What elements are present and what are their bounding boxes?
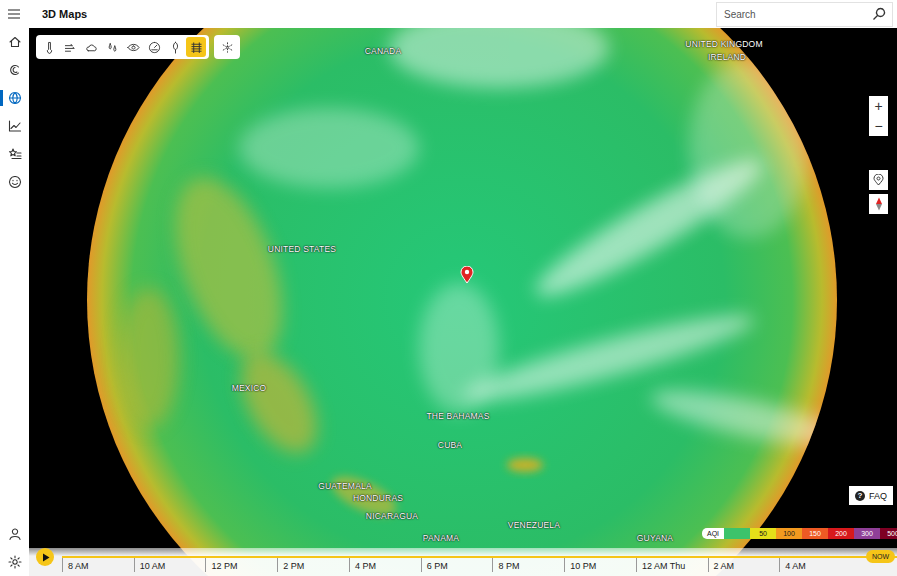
- map-label: HONDURAS: [353, 493, 403, 503]
- zoom-controls: +−: [869, 96, 888, 136]
- layer-button[interactable]: [217, 37, 237, 57]
- legend-segment: 500: [880, 528, 897, 539]
- locate-button[interactable]: [869, 170, 888, 190]
- thermometer-icon: [43, 41, 56, 54]
- pressure-icon: [148, 41, 161, 54]
- layer-button[interactable]: [186, 37, 206, 57]
- map-label: NICARAGUA: [366, 511, 418, 521]
- zoom-in-button[interactable]: +: [869, 96, 888, 116]
- map-label: UNITED STATES: [268, 244, 336, 254]
- timeline-tick[interactable]: 10 AM: [134, 558, 206, 572]
- wind-icon: [64, 41, 77, 54]
- visibility-icon: [127, 41, 140, 54]
- sidebar-item[interactable]: [0, 84, 29, 112]
- legend-segment: 150: [802, 528, 828, 539]
- sidebar-item[interactable]: [0, 168, 29, 196]
- person-icon: [8, 527, 22, 541]
- sidebar-item[interactable]: [0, 28, 29, 56]
- timeline-tick[interactable]: 8 PM: [492, 558, 564, 572]
- layer-button[interactable]: [102, 37, 122, 57]
- map-label: CUBA: [438, 440, 462, 450]
- legend-segment: 50: [750, 528, 776, 539]
- air-quality-icon: [190, 41, 203, 54]
- favorites-icon: [8, 147, 22, 161]
- layer-button[interactable]: [39, 37, 59, 57]
- map-label: THE BAHAMAS: [426, 411, 489, 421]
- timeline-tick[interactable]: 6 PM: [421, 558, 493, 572]
- timeline-tick[interactable]: 12 AM Thu: [636, 558, 708, 572]
- legend-segment: 100: [776, 528, 802, 539]
- layer-group: [36, 35, 209, 59]
- layer-group: [214, 35, 240, 59]
- radar-icon: [221, 41, 234, 54]
- zoom-out-button[interactable]: −: [869, 116, 888, 136]
- chart-icon: [8, 119, 22, 133]
- gear-icon: [8, 555, 22, 569]
- timeline-tick[interactable]: 4 PM: [349, 558, 421, 572]
- map-label: VENEZUELA: [508, 520, 560, 530]
- location-icon: [873, 174, 884, 186]
- map-label: CANADA: [365, 46, 402, 56]
- timeline-tick[interactable]: 10 PM: [564, 558, 636, 572]
- location-pin-icon[interactable]: [460, 266, 474, 284]
- search-input[interactable]: [724, 9, 868, 20]
- menu-button[interactable]: [0, 0, 28, 28]
- timeline-tick[interactable]: 8 AM: [62, 558, 134, 572]
- map-label: GUYANA: [637, 533, 673, 543]
- map-label: MEXICO: [232, 383, 267, 393]
- faq-label: FAQ: [869, 491, 887, 501]
- sidebar-item[interactable]: [0, 548, 29, 576]
- home-icon: [8, 35, 22, 49]
- layer-button[interactable]: [144, 37, 164, 57]
- timeline-tick[interactable]: 2 PM: [277, 558, 349, 572]
- legend-segment: 200: [828, 528, 854, 539]
- compass-icon: [875, 197, 883, 211]
- sidebar: [0, 28, 29, 576]
- map-label: UNITED KINGDOM: [685, 39, 762, 49]
- globe[interactable]: [29, 28, 897, 576]
- legend-segment: 300: [854, 528, 880, 539]
- sidebar-item[interactable]: [0, 112, 29, 140]
- magnifier-icon[interactable]: [872, 7, 886, 21]
- layer-button[interactable]: [123, 37, 143, 57]
- timeline-track[interactable]: 8 AM10 AM12 PM2 PM4 PM6 PM8 PM10 PM12 AM…: [62, 548, 897, 572]
- layer-button[interactable]: [81, 37, 101, 57]
- timeline: 8 AM10 AM12 PM2 PM4 PM6 PM8 PM10 PM12 AM…: [29, 548, 897, 576]
- map-label: GUATEMALA: [318, 481, 372, 491]
- layer-toolbar: [36, 35, 240, 59]
- timeline-tick[interactable]: 2 AM: [708, 558, 780, 572]
- forecast-icon: [8, 63, 22, 77]
- layer-button[interactable]: [165, 37, 185, 57]
- app-window: 3D Maps CANADA UNITED KINGDOM IRELAND UNITED…: [0, 0, 897, 576]
- smiley-icon: [8, 175, 22, 189]
- sidebar-item[interactable]: [0, 140, 29, 168]
- precipitation-icon: [106, 41, 119, 54]
- map-label: PANAMA: [423, 533, 459, 543]
- search-box[interactable]: [716, 2, 893, 27]
- play-icon: [42, 553, 50, 562]
- sidebar-item[interactable]: [0, 520, 29, 548]
- map-label: IRELAND: [708, 52, 746, 62]
- pollen-icon: [169, 41, 182, 54]
- aqi-legend: AQI 50100150200300500: [702, 528, 897, 539]
- play-button[interactable]: [36, 548, 54, 566]
- layer-button[interactable]: [60, 37, 80, 57]
- legend-segment: [724, 528, 750, 539]
- help-icon: ?: [855, 491, 865, 501]
- now-badge[interactable]: NOW: [866, 550, 895, 563]
- legend-title: AQI: [702, 528, 724, 539]
- cloud-icon: [85, 41, 98, 54]
- sidebar-item[interactable]: [0, 56, 29, 84]
- globe-icon: [8, 91, 22, 105]
- timeline-tick[interactable]: 12 PM: [205, 558, 277, 572]
- hamburger-icon: [7, 8, 21, 20]
- title-bar: 3D Maps: [0, 0, 897, 28]
- compass-button[interactable]: [869, 194, 888, 214]
- map-view[interactable]: CANADA UNITED KINGDOM IRELAND UNITED STATES…: [29, 28, 897, 576]
- faq-button[interactable]: ? FAQ: [849, 486, 893, 505]
- app-title: 3D Maps: [42, 8, 87, 20]
- timeline-tick[interactable]: 4 AM: [779, 558, 851, 572]
